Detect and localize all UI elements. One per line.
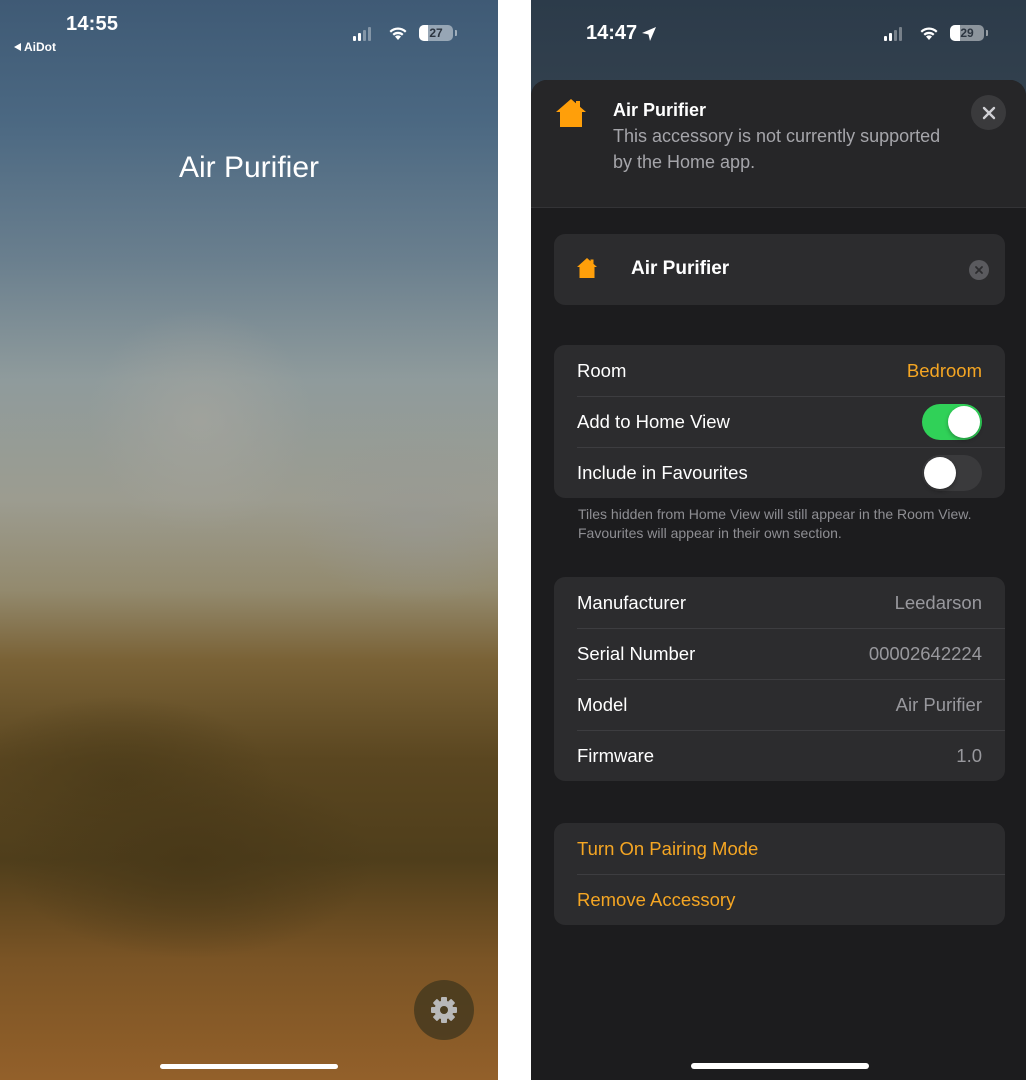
actions-group: Turn On Pairing Mode Remove Accessory: [554, 823, 1005, 925]
status-bar: 14:47 29: [531, 0, 1026, 60]
cellular-signal-icon: [884, 27, 902, 41]
settings-footnote: Tiles hidden from Home View will still a…: [578, 506, 972, 541]
settings-button[interactable]: [414, 980, 474, 1040]
wifi-icon: [389, 27, 407, 40]
status-bar: 14:55 AiDot 27: [0, 0, 498, 60]
info-label: Manufacturer: [577, 591, 686, 613]
pairing-mode-button[interactable]: Turn On Pairing Mode: [554, 823, 1005, 874]
info-label: Model: [577, 693, 628, 715]
battery-level: 27: [429, 26, 443, 40]
remove-accessory-label: Remove Accessory: [577, 888, 736, 910]
favourites-row: Include in Favourites: [554, 447, 1005, 498]
info-row-serial-number: Serial Number 00002642224: [554, 628, 1005, 679]
close-button[interactable]: [971, 95, 1006, 130]
info-row-firmware: Firmware 1.0: [554, 730, 1005, 781]
device-title: Air Purifier: [178, 151, 320, 184]
cellular-signal-icon: [353, 27, 371, 41]
house-icon: [577, 258, 597, 278]
room-value[interactable]: Bedroom: [907, 360, 982, 382]
clear-icon: [975, 266, 983, 274]
room-row[interactable]: Room Bedroom: [554, 345, 1005, 396]
accessory-settings-sheet: Air Purifier This accessory is not curre…: [531, 80, 1026, 1080]
back-arrow-icon: [14, 43, 21, 51]
battery-indicator: 27: [419, 25, 457, 41]
info-label: Serial Number: [577, 642, 696, 664]
settings-group: Room Bedroom Add to Home View Include in…: [554, 345, 1005, 498]
status-time: 14:55: [66, 13, 119, 35]
back-to-app-link[interactable]: AiDot: [14, 40, 56, 54]
aidot-app-screen: 14:55 AiDot 27 Air Purifier: [0, 0, 498, 1080]
info-row-manufacturer: Manufacturer Leedarson: [554, 577, 1005, 628]
room-label: Room: [577, 359, 627, 381]
status-time-text: 14:47: [586, 22, 638, 44]
info-value: Air Purifier: [895, 693, 982, 715]
battery-nub: [986, 30, 988, 36]
unsupported-message: This accessory is not currently supporte…: [613, 126, 941, 172]
favourites-label: Include in Favourites: [577, 461, 748, 483]
clear-name-button[interactable]: [969, 260, 989, 280]
home-view-toggle[interactable]: [922, 403, 982, 440]
status-time: 14:47: [586, 22, 657, 45]
accessory-name-value: Air Purifier: [631, 258, 730, 279]
favourites-toggle[interactable]: [922, 454, 982, 491]
toggle-knob: [948, 405, 980, 438]
battery-indicator: 29: [950, 25, 988, 41]
house-icon: [556, 99, 586, 127]
device-info-group: Manufacturer Leedarson Serial Number 000…: [554, 577, 1005, 781]
wifi-icon: [920, 27, 938, 40]
remove-accessory-button[interactable]: Remove Accessory: [554, 874, 1005, 925]
home-view-label: Add to Home View: [577, 410, 730, 432]
toggle-knob: [924, 456, 956, 489]
home-indicator[interactable]: [691, 1063, 869, 1069]
pairing-mode-label: Turn On Pairing Mode: [577, 837, 759, 859]
location-arrow-icon: [642, 26, 657, 41]
battery-nub: [455, 30, 457, 36]
home-indicator[interactable]: [160, 1064, 338, 1069]
gear-icon: [431, 997, 457, 1023]
back-app-label: AiDot: [24, 40, 56, 54]
accessory-name-field[interactable]: Air Purifier: [554, 234, 1005, 305]
info-value: 1.0: [956, 744, 982, 766]
info-value: 00002642224: [868, 642, 982, 664]
battery-level: 29: [960, 26, 974, 40]
close-icon: [982, 106, 995, 119]
info-label: Firmware: [577, 744, 655, 766]
info-value: Leedarson: [894, 591, 982, 613]
home-view-row: Add to Home View: [554, 396, 1005, 447]
accessory-title: Air Purifier: [613, 100, 707, 120]
info-row-model: Model Air Purifier: [554, 679, 1005, 730]
home-app-screen: 14:47 29 Air Purifier This accessory is …: [531, 0, 1026, 1080]
sheet-header: Air Purifier This accessory is not curre…: [531, 80, 1026, 208]
